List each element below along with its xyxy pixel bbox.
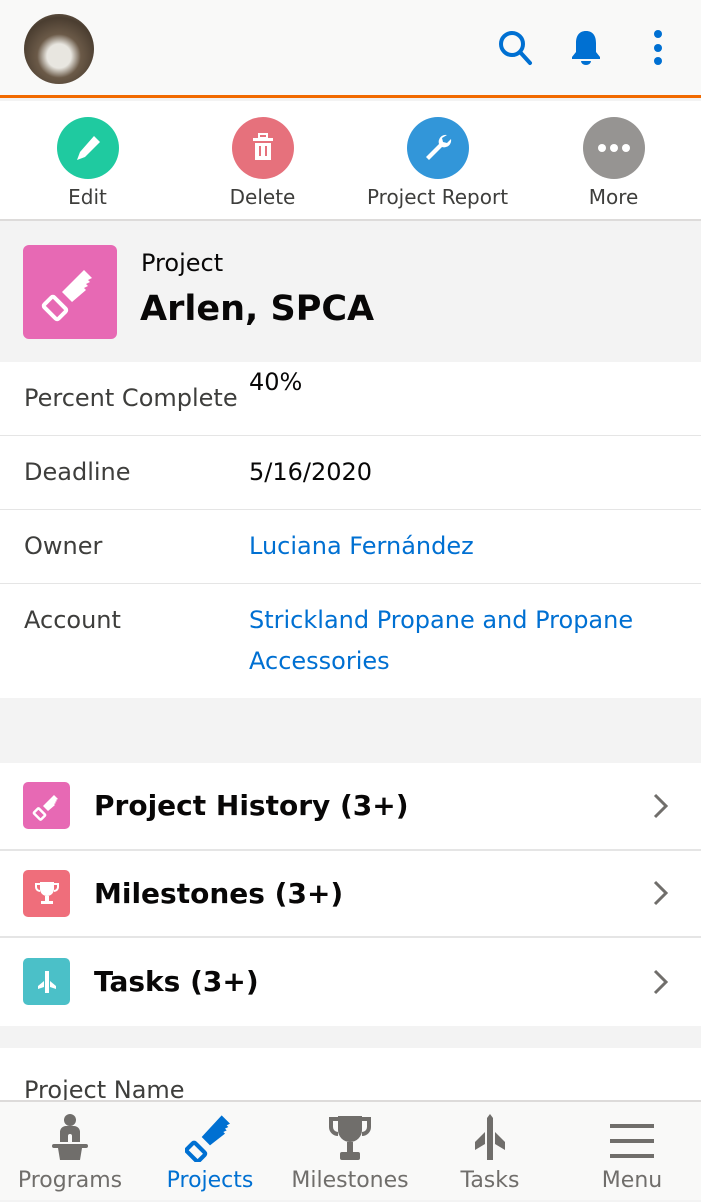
field-label: Deadline (24, 458, 131, 486)
delete-label: Delete (229, 185, 296, 209)
more-vertical-icon[interactable] (648, 28, 668, 72)
saw-icon (23, 782, 70, 830)
trophy-icon (23, 869, 70, 917)
record-highlight: Project Arlen, SPCA (0, 221, 701, 362)
field-label: Owner (24, 532, 103, 560)
related-title: Project History (3+) (94, 789, 409, 823)
nav-label: Milestones (291, 1168, 409, 1193)
avatar[interactable] (24, 14, 94, 84)
project-report-label: Project Report (366, 185, 509, 209)
related-lists: Project History (3+) Milestones (3+) Tas… (0, 763, 701, 1026)
trophy-icon (280, 1102, 420, 1162)
field-value: 40% (249, 368, 303, 396)
bottom-nav: Programs Projects Milestones Tasks Menu (0, 1100, 701, 1200)
field-account: Account Strickland Propane and Propane A… (0, 584, 701, 698)
nav-label: Tasks (460, 1168, 520, 1193)
plane-icon (23, 958, 70, 1006)
saw-icon (140, 1102, 280, 1162)
search-icon[interactable] (496, 28, 536, 72)
details-card: Project Name (0, 1048, 701, 1108)
field-label: Percent Complete (24, 384, 238, 412)
related-milestones[interactable]: Milestones (3+) (0, 851, 701, 938)
nav-label: Menu (601, 1168, 663, 1193)
nav-programs[interactable]: Programs (0, 1102, 140, 1202)
nav-tasks[interactable]: Tasks (420, 1102, 560, 1202)
nav-label: Projects (166, 1168, 254, 1193)
trash-icon (231, 117, 294, 179)
account-link[interactable]: Strickland Propane and Propane Accessori… (249, 600, 677, 682)
chevron-right-icon (653, 881, 669, 906)
nav-projects[interactable]: Projects (140, 1102, 280, 1202)
record-fields: Percent Complete 40% Deadline 5/16/2020 … (0, 362, 701, 698)
field-label: Account (24, 606, 121, 634)
field-owner: Owner Luciana Fernández (0, 510, 701, 584)
plane-icon (420, 1102, 560, 1162)
more-label: More (588, 185, 639, 209)
nav-menu[interactable]: Menu (562, 1102, 701, 1202)
delete-button[interactable]: Delete (175, 117, 350, 209)
nav-label: Programs (17, 1168, 123, 1193)
bell-icon[interactable] (567, 28, 605, 72)
chevron-right-icon (653, 969, 669, 994)
field-percent-complete: Percent Complete 40% (0, 362, 701, 436)
pencil-icon (56, 117, 119, 179)
ellipsis-icon (582, 117, 645, 179)
hamburger-icon (562, 1102, 701, 1162)
page-title: Arlen, SPCA (140, 289, 375, 329)
edit-button[interactable]: Edit (0, 117, 175, 209)
chevron-right-icon (653, 793, 669, 818)
related-title: Tasks (3+) (94, 965, 259, 999)
nav-milestones[interactable]: Milestones (280, 1102, 420, 1202)
related-title: Milestones (3+) (94, 876, 344, 910)
field-value: 5/16/2020 (249, 458, 373, 486)
podium-icon (0, 1102, 140, 1162)
wrench-icon (406, 117, 469, 179)
field-deadline: Deadline 5/16/2020 (0, 436, 701, 510)
action-bar: Edit Delete Project Report More (0, 101, 701, 221)
saw-icon (23, 245, 117, 339)
project-report-button[interactable]: Project Report (350, 117, 525, 209)
related-project-history[interactable]: Project History (3+) (0, 763, 701, 851)
owner-link[interactable]: Luciana Fernández (249, 526, 677, 567)
record-type: Project (141, 249, 224, 277)
related-tasks[interactable]: Tasks (3+) (0, 938, 701, 1026)
top-header (0, 0, 701, 98)
more-button[interactable]: More (526, 117, 701, 209)
edit-label: Edit (68, 185, 107, 209)
